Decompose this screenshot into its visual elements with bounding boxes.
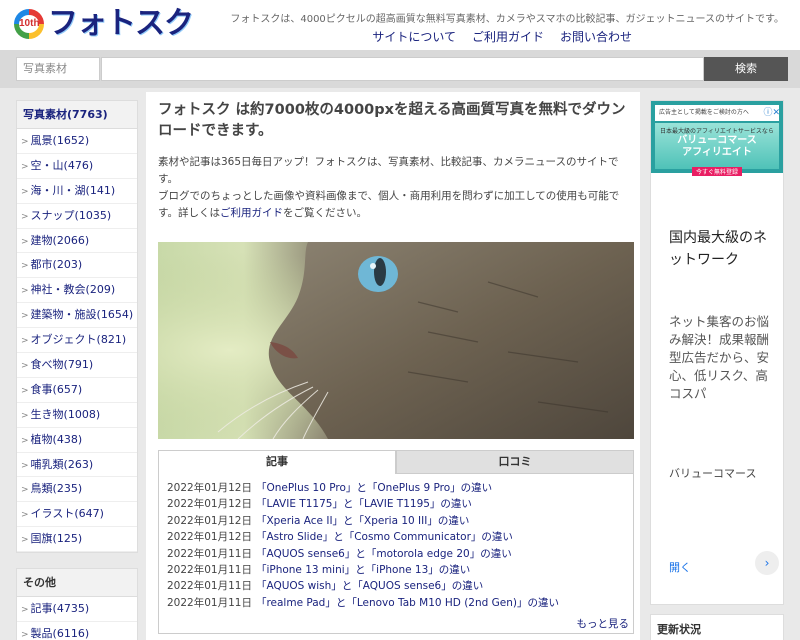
tab-articles[interactable]: 記事 [158,450,396,474]
guide-link[interactable]: ご利用ガイド [220,207,283,219]
article-link[interactable]: 「AQUOS wish」と「AQUOS sense6」の違い [256,580,483,592]
sidebar-item[interactable]: > 鳥類(235) [17,477,137,503]
chevron-right-icon: > [21,261,29,272]
other-sidebar: その他 > 記事(4735) > 製品(6116) [16,568,138,640]
sidebar-item[interactable]: > 建物(2066) [17,229,137,254]
chevron-right-icon: > [21,385,29,396]
sidebar-item[interactable]: > スナップ(1035) [17,204,137,229]
article-link[interactable]: 「realme Pad」と「Lenovo Tab M10 HD (2nd Gen… [256,597,559,609]
list-item: 2022年01月11日 「iPhone 13 mini」と「iPhone 13」の… [167,564,471,577]
sidebar-item[interactable]: > 哺乳類(263) [17,453,137,478]
sidebar-item[interactable]: > 風景(1652) [17,129,137,154]
list-item: 2022年01月12日 「OnePlus 10 Pro」と「OnePlus 9 P… [167,482,493,494]
sidebar-item[interactable]: > 建築物・施設(1654) [17,303,137,329]
search-category-select[interactable]: 写真素材 [16,57,100,81]
chevron-right-icon: > [21,485,29,496]
sidebar-item[interactable]: > イラスト(647) [17,502,137,528]
chevron-right-icon: > [21,535,29,546]
more-link[interactable]: もっと見る [577,616,630,631]
anniversary-badge-icon: 10th [14,9,44,39]
sidebar-item[interactable]: > 空・山(476) [17,154,137,179]
article-link[interactable]: 「Xperia Ace II」と「Xperia 10 III」の違い [256,515,469,527]
list-item: 2022年01月11日 「AQUOS sense6」と「motorola edge… [167,547,512,560]
ad-cta[interactable]: 今すぐ無料登録 [691,167,742,176]
content-tabs: 記事 口コミ [158,450,634,474]
sidebar-item[interactable]: > 神社・教会(209) [17,278,137,304]
page-title: フォトスク は約7000枚の4000pxを超える高画質写真を無料でダウンロードで… [158,102,626,139]
ad-headline: 国内最大級のネットワーク [669,230,767,268]
chevron-right-icon: > [21,336,29,347]
hero-cat-photo[interactable] [158,242,634,439]
nav-guide[interactable]: ご利用ガイド [472,28,544,45]
chevron-right-icon: > [21,361,29,372]
updates-box: 更新状況 [650,614,784,640]
category-sidebar: 写真素材(7763) > 風景(1652) > 空・山(476) > 海・川・湖(14… [16,100,138,554]
chevron-right-icon: > [21,161,29,172]
chevron-right-icon: > [21,460,29,471]
list-item: 2022年01月12日 「LAVIE T1175」と「LAVIE T1195」の違… [167,498,472,511]
intro-text: 素材や記事は365日毎日アップ！フォトスクは、写真素材、比較記事、カメラニュース… [158,154,636,222]
chevron-right-icon: > [21,236,29,247]
chevron-right-icon: > [21,286,29,297]
intro-paragraph: ブログでのちょっとした画像や資料画像まで、個人・商用利用を問わずに加工しての使用… [158,190,620,219]
tab-reviews[interactable]: 口コミ [396,450,634,474]
list-item: 2022年01月11日 「realme Pad」と「Lenovo Tab M10 … [167,596,559,609]
site-header: 10th フォトスク フォトスクは、4000ピクセルの超高画質な無料写真素材、カ… [0,0,800,50]
cat-photo-image [158,242,634,439]
sidebar-item[interactable]: > 記事(4735) [17,597,137,622]
ad-info-icon[interactable]: ⓘ✕ [763,105,780,118]
list-item: 2022年01月12日 「Xperia Ace II」と「Xperia 10 II… [167,514,470,527]
sidebar-item[interactable]: > 食べ物(791) [17,353,137,378]
chevron-right-icon: > [21,629,29,640]
ad-banner[interactable]: 日本最大級のアフィリエイトサービスなら バリューコマース アフィリエイト 今すぐ… [655,123,779,176]
chevron-right-icon: > [21,211,29,222]
top-nav: サイトについて ご利用ガイド お問い合わせ [372,28,632,45]
sidebar-heading-other: その他 [17,569,137,597]
sidebar-ad[interactable]: 広告主として掲載をご検討の方へ ⓘ✕ 日本最大級のアフィリエイトサービスなら バ… [650,100,784,605]
ad-open-link[interactable]: 開く [669,559,691,575]
article-link[interactable]: 「iPhone 13 mini」と「iPhone 13」の違い [256,564,470,576]
ad-advertiser-note: 広告主として掲載をご検討の方へ [655,105,779,121]
site-tagline: フォトスクは、4000ピクセルの超高画質な無料写真素材、カメラやスマホの比較記事… [230,14,784,25]
ad-brand: バリューコマース [669,467,757,480]
chevron-right-icon: > [21,410,29,421]
sidebar-item[interactable]: > 製品(6116) [17,622,137,640]
search-button[interactable]: 検索 [704,57,788,81]
main-content: フォトスク は約7000枚の4000pxを超える高画質写真を無料でダウンロードで… [146,92,640,640]
chevron-right-icon: > [21,605,29,615]
sidebar-item[interactable]: > 都市(203) [17,253,137,279]
logo-text: フォトスク [48,6,194,41]
sidebar-item[interactable]: > 生き物(1008) [17,403,137,428]
news-list: 2022年01月12日 「OnePlus 10 Pro」と「OnePlus 9 P… [158,474,634,634]
chevron-right-icon: > [21,435,29,446]
updates-heading: 更新状況 [657,623,701,636]
chevron-right-icon[interactable]: › [755,551,779,575]
article-link[interactable]: 「LAVIE T1175」と「LAVIE T1195」の違い [256,498,472,510]
sidebar-item[interactable]: > 国旗(125) [17,527,137,553]
list-item: 2022年01月12日 「Astro Slide」と「Cosmo Communic… [167,531,513,544]
article-link[interactable]: 「OnePlus 10 Pro」と「OnePlus 9 Pro」の違い [256,482,492,494]
article-link[interactable]: 「Astro Slide」と「Cosmo Communicator」の違い [256,531,513,543]
sidebar-item[interactable]: > 海・川・湖(141) [17,179,137,204]
intro-paragraph: 素材や記事は365日毎日アップ！フォトスクは、写真素材、比較記事、カメラニュース… [158,156,619,185]
list-item: 2022年01月11日 「AQUOS wish」と「AQUOS sense6」の違… [167,580,484,593]
sidebar-heading-photos[interactable]: 写真素材(7763) [17,101,137,129]
sidebar-item[interactable]: > オブジェクト(821) [17,328,137,354]
article-link[interactable]: 「AQUOS sense6」と「motorola edge 20」の違い [256,548,512,560]
sidebar-item[interactable]: > 植物(438) [17,428,137,453]
search-input[interactable] [101,57,704,81]
site-logo[interactable]: 10th フォトスク [14,6,194,42]
chevron-right-icon: > [21,510,29,521]
chevron-right-icon: > [21,186,29,197]
chevron-right-icon: > [21,137,29,147]
chevron-right-icon: > [21,311,29,322]
ad-body: ネット集客のお悩み解決！成果報酬型広告だから、安心、低リスク、高コスパ [669,314,770,401]
nav-contact[interactable]: お問い合わせ [560,28,632,45]
sidebar-item[interactable]: > 食事(657) [17,378,137,403]
nav-about[interactable]: サイトについて [372,28,456,45]
ad-banner-area: 広告主として掲載をご検討の方へ ⓘ✕ 日本最大級のアフィリエイトサービスなら バ… [651,101,783,176]
